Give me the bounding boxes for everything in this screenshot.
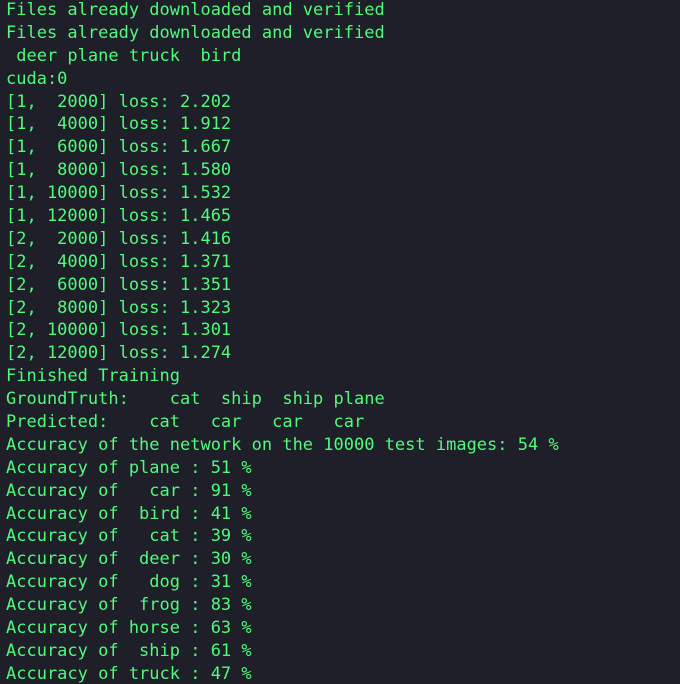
output-line: Accuracy of bird : 41 % [6, 503, 252, 524]
output-line: [1, 12000] loss: 1.465 [6, 206, 232, 227]
output-line: [1, 6000] loss: 1.667 [6, 137, 232, 158]
output-line: Files already downloaded and verified [6, 22, 385, 43]
output-line: [2, 4000] loss: 1.371 [6, 251, 232, 272]
output-line: [2, 12000] loss: 1.274 [6, 343, 232, 364]
output-line: Accuracy of the network on the 10000 tes… [6, 434, 559, 455]
output-line: Accuracy of cat : 39 % [6, 526, 252, 547]
output-line: [1, 10000] loss: 1.532 [6, 183, 232, 204]
output-line: [2, 2000] loss: 1.416 [6, 228, 232, 249]
output-line: deer plane truck bird [6, 45, 242, 66]
output-line: GroundTruth: cat ship ship plane [6, 389, 385, 410]
output-line: Finished Training [6, 366, 180, 387]
output-line: [2, 10000] loss: 1.301 [6, 320, 232, 341]
output-line: Accuracy of car : 91 % [6, 480, 252, 501]
output-line: cuda:0 [6, 68, 68, 89]
output-line: Accuracy of horse : 63 % [6, 618, 252, 639]
output-line: [2, 8000] loss: 1.323 [6, 297, 232, 318]
output-line: Predicted: cat car car car [6, 412, 365, 433]
output-line: Accuracy of deer : 30 % [6, 549, 252, 570]
output-line: [1, 2000] loss: 2.202 [6, 91, 232, 112]
output-line: Accuracy of ship : 61 % [6, 640, 252, 661]
terminal-output: Files already downloaded and verified Fi… [0, 0, 680, 684]
output-line: [2, 6000] loss: 1.351 [6, 274, 232, 295]
output-line: Accuracy of frog : 83 % [6, 595, 252, 616]
output-line: [1, 8000] loss: 1.580 [6, 160, 232, 181]
output-line: Accuracy of truck : 47 % [6, 663, 252, 684]
output-line: Accuracy of plane : 51 % [6, 457, 252, 478]
output-line: Files already downloaded and verified [6, 0, 385, 20]
output-line: [1, 4000] loss: 1.912 [6, 114, 232, 135]
output-line: Accuracy of dog : 31 % [6, 572, 252, 593]
